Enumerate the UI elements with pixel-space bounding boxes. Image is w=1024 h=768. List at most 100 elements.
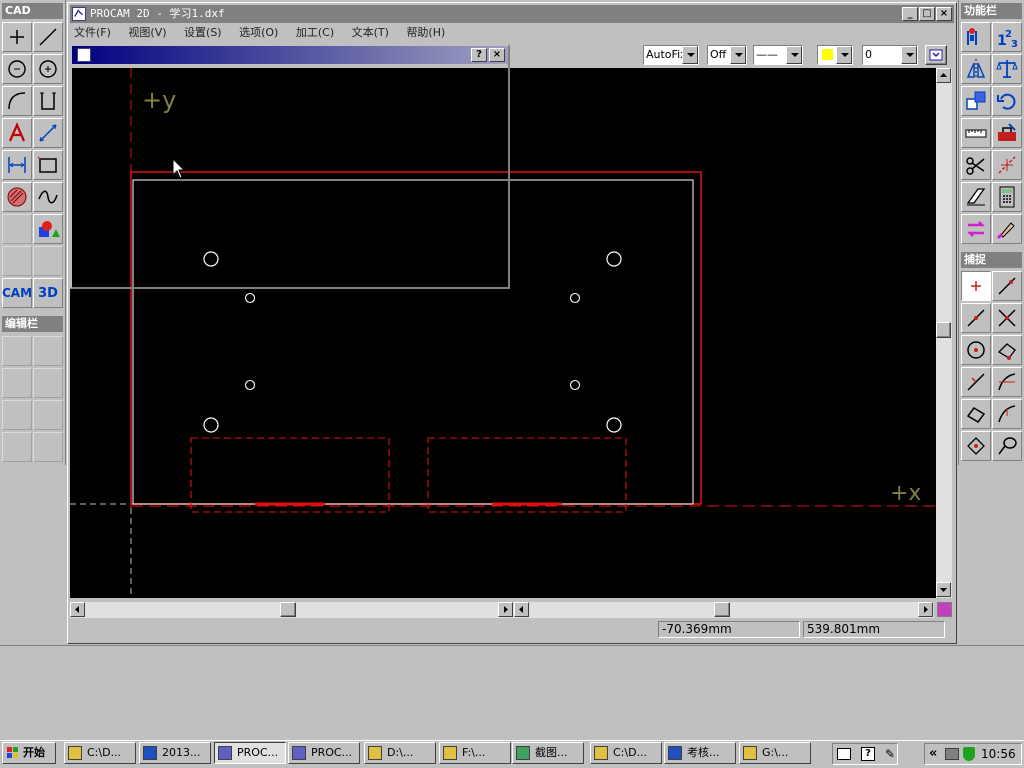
taskbar-item[interactable]: PROC... bbox=[214, 742, 286, 764]
color-indicator[interactable] bbox=[937, 602, 952, 617]
menu-options[interactable]: 选项(O) bbox=[239, 26, 278, 39]
add-point-tool[interactable] bbox=[2, 22, 32, 52]
snap-point-tool[interactable] bbox=[961, 271, 991, 301]
menu-machining[interactable]: 加工(C) bbox=[296, 26, 334, 39]
measure-tool[interactable] bbox=[33, 118, 63, 148]
keyboard-icon[interactable] bbox=[837, 748, 851, 760]
circle-center-tool[interactable] bbox=[33, 54, 63, 84]
chevron-down-icon bbox=[836, 46, 852, 64]
menu-view[interactable]: 视图(V) bbox=[128, 26, 166, 39]
scroll-right-arrow[interactable] bbox=[498, 602, 513, 617]
undo-tool[interactable] bbox=[992, 86, 1022, 116]
taskbar-item[interactable]: G:\... bbox=[739, 742, 811, 764]
window-title: PROCAM 2D - 学习1.dxf bbox=[90, 7, 225, 20]
cut-tool[interactable] bbox=[961, 150, 991, 180]
layer-tool[interactable] bbox=[961, 22, 991, 52]
rectangle-tool[interactable] bbox=[33, 150, 63, 180]
calculator-tool[interactable] bbox=[992, 182, 1022, 212]
layer-select[interactable]: 0 bbox=[862, 45, 918, 65]
snap-perpendicular-tool[interactable] bbox=[961, 367, 991, 397]
system-tray: « 10:56 bbox=[924, 743, 1022, 765]
hole-small bbox=[569, 379, 581, 391]
vertical-scroll-thumb[interactable] bbox=[936, 322, 951, 338]
hatch-tool[interactable] bbox=[2, 182, 32, 212]
snap-tangent-tool[interactable] bbox=[992, 367, 1022, 397]
snap-nearest-icon bbox=[966, 407, 986, 423]
taskbar-item[interactable]: F:\... bbox=[439, 742, 511, 764]
taskbar-item[interactable]: 2013... bbox=[139, 742, 211, 764]
cam-button[interactable]: CAM bbox=[2, 278, 32, 308]
maximize-button[interactable]: □ bbox=[919, 7, 935, 21]
scroll-right-arrow[interactable] bbox=[918, 602, 933, 617]
3d-button[interactable]: 3D bbox=[33, 278, 63, 308]
menu-help[interactable]: 帮助(H) bbox=[406, 26, 445, 39]
explode-tool[interactable] bbox=[992, 150, 1022, 180]
spline-icon bbox=[38, 190, 58, 204]
tray-expand-arrows[interactable]: « bbox=[929, 746, 937, 761]
scroll-up-arrow[interactable] bbox=[936, 68, 951, 83]
snap-center-tool[interactable] bbox=[961, 335, 991, 365]
text-tool[interactable] bbox=[2, 118, 32, 148]
taskbar-item[interactable]: PROC... bbox=[288, 742, 360, 764]
vertical-scrollbar[interactable] bbox=[936, 68, 952, 598]
circle-3pt-tool[interactable] bbox=[2, 54, 32, 84]
numbering-tool[interactable]: 123 bbox=[992, 22, 1022, 52]
horizontal-scrollbar-left[interactable] bbox=[70, 602, 514, 618]
scroll-left-arrow[interactable] bbox=[70, 602, 85, 617]
snap-arc-tool[interactable] bbox=[992, 399, 1022, 429]
scroll-down-arrow[interactable] bbox=[936, 582, 951, 597]
dimension-tool[interactable] bbox=[2, 150, 32, 180]
polyline-tool[interactable] bbox=[33, 86, 63, 116]
taskbar-item[interactable]: 截图... bbox=[512, 742, 584, 764]
snap-grid-tool[interactable] bbox=[961, 431, 991, 461]
mirror-tool[interactable] bbox=[961, 54, 991, 84]
subwindow-help-button[interactable]: ? bbox=[471, 48, 487, 62]
horizontal-scrollbar-right[interactable] bbox=[514, 602, 934, 618]
close-button[interactable]: × bbox=[936, 7, 952, 21]
menu-text[interactable]: 文本(T) bbox=[352, 26, 389, 39]
solid-3d-tool[interactable] bbox=[33, 214, 63, 244]
taskbar-item-label: F:\... bbox=[462, 746, 486, 759]
taskbar-item[interactable]: C:\D... bbox=[64, 742, 136, 764]
snap-midpoint-tool[interactable] bbox=[961, 303, 991, 333]
snap-quadrant-tool[interactable] bbox=[992, 335, 1022, 365]
snap-lasso-tool[interactable] bbox=[992, 431, 1022, 461]
snap-nearest-tool[interactable] bbox=[961, 399, 991, 429]
color-select[interactable] bbox=[817, 45, 853, 65]
layer-settings-button[interactable] bbox=[925, 45, 947, 65]
subwindow-close-button[interactable]: × bbox=[489, 48, 505, 62]
horizontal-scroll-thumb[interactable] bbox=[714, 602, 730, 617]
snap-mode-select[interactable]: Off bbox=[707, 45, 747, 65]
help-icon[interactable]: ? bbox=[861, 747, 875, 761]
scroll-left-arrow[interactable] bbox=[514, 602, 529, 617]
taskbar-item[interactable]: 考核... bbox=[664, 742, 736, 764]
network-icon[interactable] bbox=[945, 748, 959, 760]
arc-tool[interactable] bbox=[2, 86, 32, 116]
scale-tool[interactable] bbox=[992, 54, 1022, 84]
erase-tool[interactable] bbox=[961, 182, 991, 212]
word-icon bbox=[143, 746, 157, 760]
horizontal-scroll-thumb[interactable] bbox=[280, 602, 296, 617]
shield-icon[interactable] bbox=[963, 747, 975, 761]
redirect-tool[interactable] bbox=[961, 214, 991, 244]
start-button[interactable]: 开始 bbox=[2, 742, 56, 764]
pen-icon[interactable]: ✎ bbox=[885, 747, 895, 761]
minimize-button[interactable]: _ bbox=[902, 7, 918, 21]
menu-file[interactable]: 文件(F) bbox=[74, 26, 111, 39]
ruler-tool[interactable] bbox=[961, 118, 991, 148]
snap-intersection-tool[interactable] bbox=[992, 303, 1022, 333]
paint-tool[interactable] bbox=[992, 214, 1022, 244]
menu-settings[interactable]: 设置(S) bbox=[184, 26, 222, 39]
chevron-down-icon bbox=[786, 46, 802, 64]
line-style-select[interactable]: —— bbox=[753, 45, 803, 65]
autofix-select[interactable]: AutoFix bbox=[643, 45, 699, 65]
snap-endpoint-tool[interactable] bbox=[992, 271, 1022, 301]
toolbox-tool[interactable] bbox=[992, 118, 1022, 148]
taskbar-item[interactable]: C:\D... bbox=[590, 742, 662, 764]
taskbar-item-label: 截图... bbox=[535, 746, 568, 759]
taskbar-item[interactable]: D:\... bbox=[364, 742, 436, 764]
curve-tool[interactable] bbox=[33, 182, 63, 212]
copy-tool[interactable] bbox=[961, 86, 991, 116]
line-tool[interactable] bbox=[33, 22, 63, 52]
function-panel-title: 功能栏 bbox=[961, 3, 1022, 19]
